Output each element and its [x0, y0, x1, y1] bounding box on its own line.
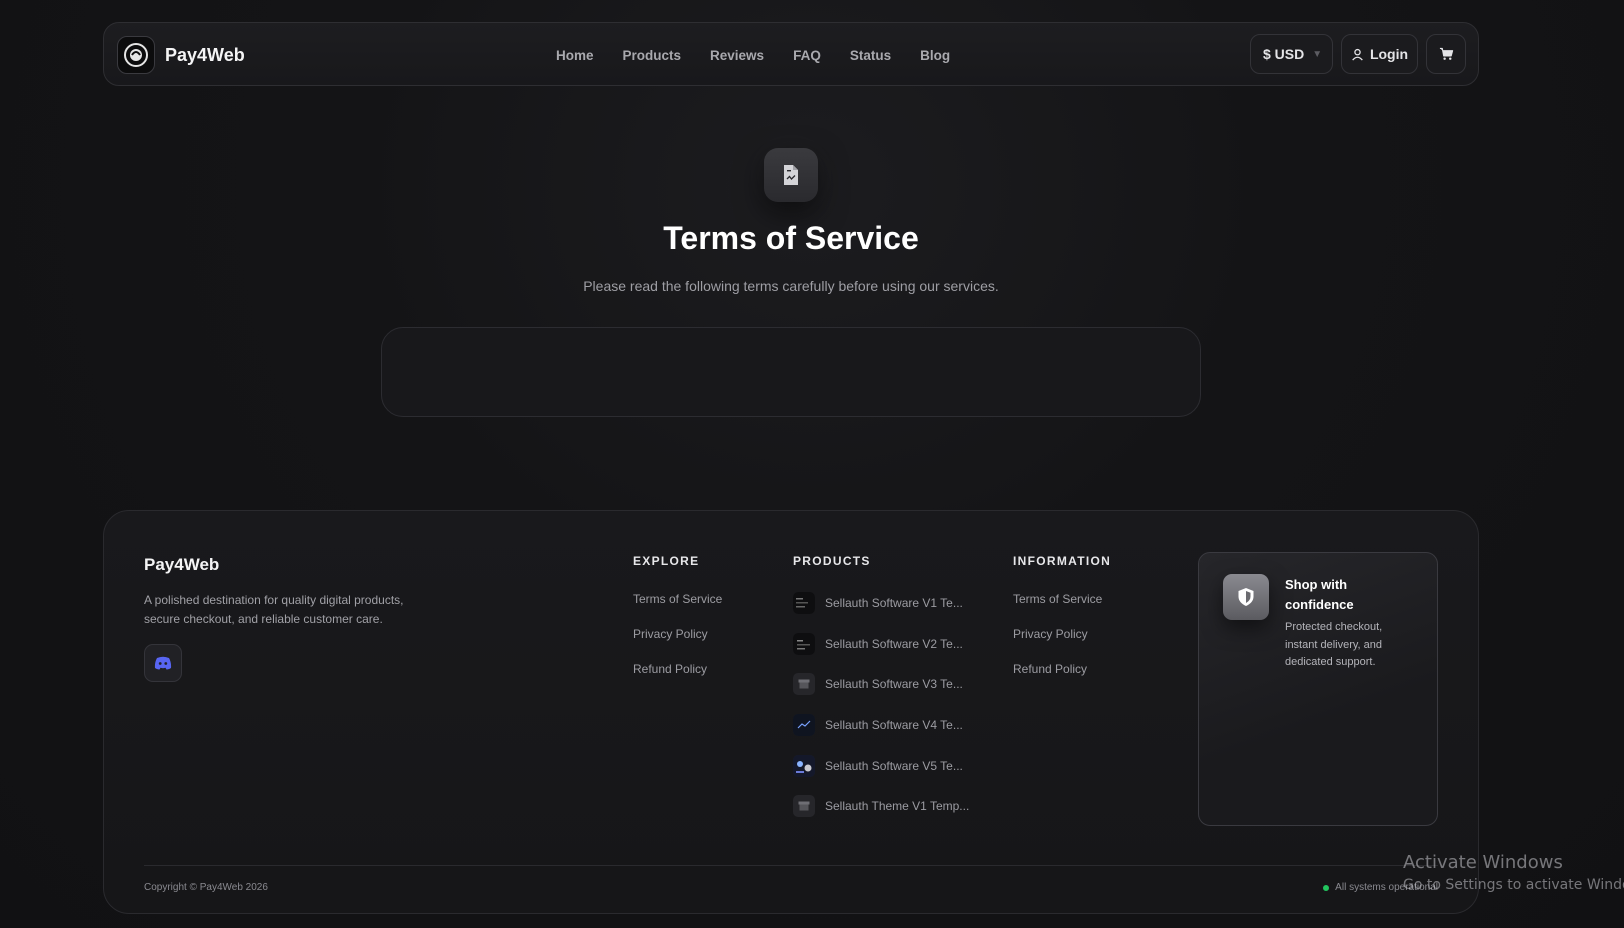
page-title: Terms of Service — [663, 220, 919, 256]
products-heading: PRODUCTS — [793, 554, 871, 568]
product-link[interactable]: Sellauth Software V4 Te... — [793, 714, 963, 736]
product-name: Sellauth Software V2 Te... — [825, 637, 963, 651]
main-nav: Home Products Reviews FAQ Status Blog — [556, 23, 950, 87]
shield-icon — [1223, 574, 1269, 620]
document-icon — [764, 148, 818, 202]
watermark-subtitle: Go to Settings to activate Windows. — [1403, 877, 1624, 893]
product-link[interactable]: Sellauth Software V5 Te... — [793, 755, 963, 777]
product-thumbnail — [793, 714, 815, 736]
explore-link-terms[interactable]: Terms of Service — [633, 592, 722, 606]
confidence-description: Protected checkout, instant delivery, an… — [1285, 621, 1383, 668]
nav-reviews[interactable]: Reviews — [710, 48, 764, 63]
windows-activation-watermark: Activate Windows Go to Settings to activ… — [1403, 852, 1624, 893]
cart-icon — [1439, 47, 1453, 60]
box-icon — [793, 673, 815, 695]
brand-name: Pay4Web — [165, 44, 245, 65]
info-link-privacy[interactable]: Privacy Policy — [1013, 627, 1088, 641]
footer-divider — [144, 865, 1438, 866]
product-name: Sellauth Software V3 Te... — [825, 677, 963, 691]
product-thumbnail — [793, 755, 815, 777]
cart-button[interactable] — [1426, 34, 1466, 74]
info-link-refund[interactable]: Refund Policy — [1013, 662, 1087, 676]
footer-description: A polished destination for quality digit… — [144, 593, 404, 626]
discord-button[interactable] — [144, 644, 182, 682]
box-icon — [793, 795, 815, 817]
explore-link-privacy[interactable]: Privacy Policy — [633, 627, 708, 641]
product-name: Sellauth Software V5 Te... — [825, 759, 963, 773]
nav-actions: $ USD ▼ Login — [1250, 34, 1466, 74]
terms-content-card — [381, 327, 1201, 417]
copyright-text: Copyright © Pay4Web 2026 — [144, 882, 268, 893]
site-footer: Pay4Web A polished destination for quali… — [103, 510, 1479, 914]
information-heading: INFORMATION — [1013, 554, 1112, 568]
discord-icon — [154, 656, 172, 670]
login-label: Login — [1369, 46, 1409, 62]
nav-blog[interactable]: Blog — [920, 48, 950, 63]
nav-home[interactable]: Home — [556, 48, 594, 63]
currency-label: $ USD — [1263, 46, 1305, 62]
login-button[interactable]: Login — [1341, 34, 1418, 74]
info-link-terms[interactable]: Terms of Service — [1013, 592, 1102, 606]
page-subtitle: Please read the following terms carefull… — [583, 278, 999, 294]
confidence-title: Shop with confidence — [1285, 577, 1354, 612]
product-link[interactable]: Sellauth Software V1 Te... — [793, 592, 963, 614]
product-thumbnail — [793, 633, 815, 655]
currency-select[interactable]: $ USD ▼ — [1250, 34, 1333, 74]
user-icon — [1352, 48, 1363, 61]
nav-faq[interactable]: FAQ — [793, 48, 821, 63]
nav-status[interactable]: Status — [850, 48, 891, 63]
nav-products[interactable]: Products — [623, 48, 682, 63]
product-name: Sellauth Software V1 Te... — [825, 596, 963, 610]
top-navbar: Pay4Web Home Products Reviews FAQ Status… — [103, 22, 1479, 86]
explore-heading: EXPLORE — [633, 554, 700, 568]
product-thumbnail — [793, 592, 815, 614]
product-name: Sellauth Theme V1 Temp... — [825, 799, 970, 813]
explore-link-refund[interactable]: Refund Policy — [633, 662, 707, 676]
chevron-down-icon: ▼ — [1312, 48, 1323, 60]
shop-confidence-card: Shop with confidence Protected checkout,… — [1198, 552, 1438, 826]
product-link[interactable]: Sellauth Theme V1 Temp... — [793, 795, 969, 817]
brand[interactable]: Pay4Web — [117, 36, 245, 74]
footer-brand: Pay4Web — [144, 555, 220, 574]
product-link[interactable]: Sellauth Software V2 Te... — [793, 633, 963, 655]
product-name: Sellauth Software V4 Te... — [825, 718, 963, 732]
brand-logo-icon — [117, 36, 155, 74]
status-dot-icon — [1323, 884, 1330, 891]
product-link[interactable]: Sellauth Software V3 Te... — [793, 673, 963, 695]
watermark-title: Activate Windows — [1403, 852, 1563, 873]
